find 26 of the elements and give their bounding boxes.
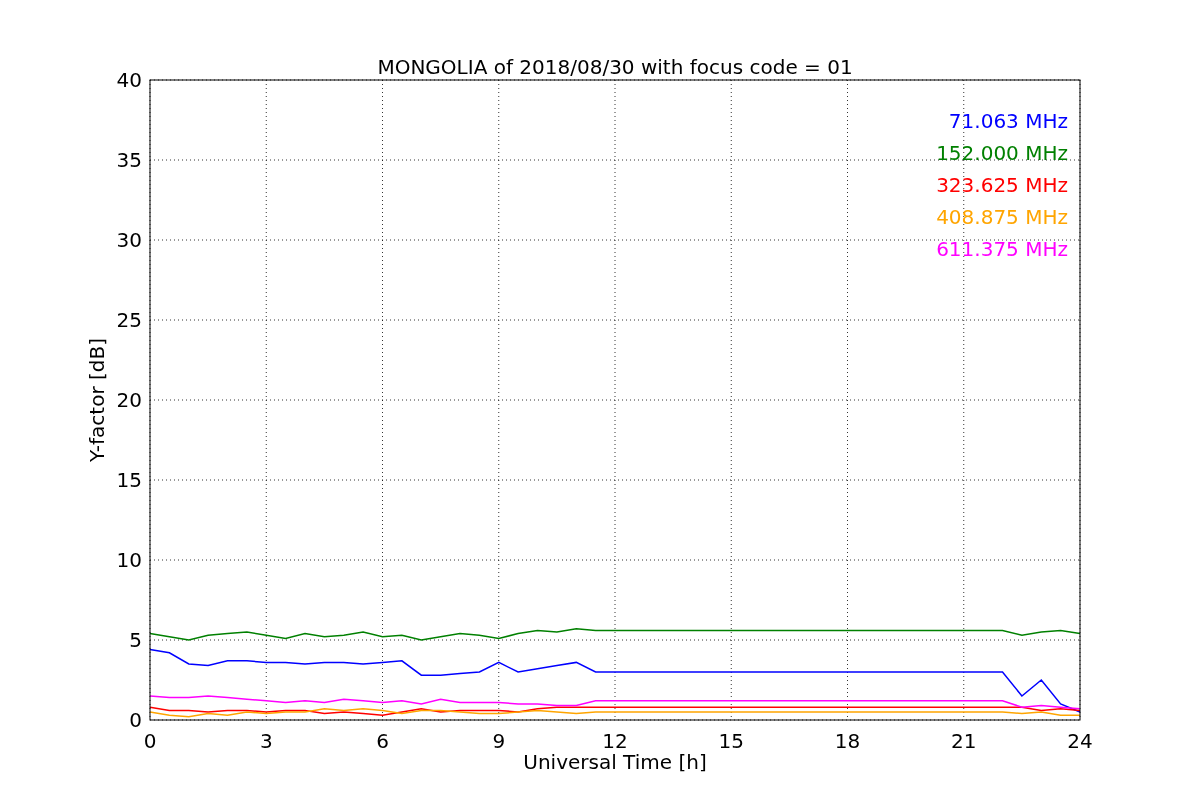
legend-label: 71.063 MHz <box>948 109 1068 133</box>
y-tick-label: 0 <box>129 708 142 732</box>
y-tick-label: 25 <box>116 308 142 332</box>
x-tick-label: 21 <box>951 729 977 753</box>
y-tick-label: 35 <box>116 148 142 172</box>
x-tick-label: 18 <box>834 729 861 753</box>
y-tick-label: 15 <box>116 468 142 492</box>
x-axis-label: Universal Time [h] <box>523 750 707 774</box>
x-tick-label: 3 <box>259 729 273 753</box>
x-tick-label: 24 <box>1067 729 1093 753</box>
y-tick-label: 30 <box>116 228 142 252</box>
x-tick-label: 12 <box>602 729 628 753</box>
legend-label: 611.375 MHz <box>936 237 1068 261</box>
x-tick-label: 6 <box>376 729 389 753</box>
y-tick-label: 5 <box>129 628 142 652</box>
legend-label: 408.875 MHz <box>936 205 1068 229</box>
x-tick-label: 15 <box>718 729 744 753</box>
legend-label: 323.625 MHz <box>936 173 1068 197</box>
y-tick-label: 10 <box>116 548 142 572</box>
y-axis-label: Y-factor [dB] <box>85 338 109 462</box>
chart-title: MONGOLIA of 2018/08/30 with focus code = 01 <box>377 55 853 79</box>
legend-label: 152.000 MHz <box>936 141 1068 165</box>
y-tick-label: 20 <box>116 388 142 412</box>
x-tick-label: 9 <box>492 729 506 753</box>
x-tick-label: 0 <box>143 729 157 753</box>
y-tick-label: 40 <box>116 68 142 92</box>
